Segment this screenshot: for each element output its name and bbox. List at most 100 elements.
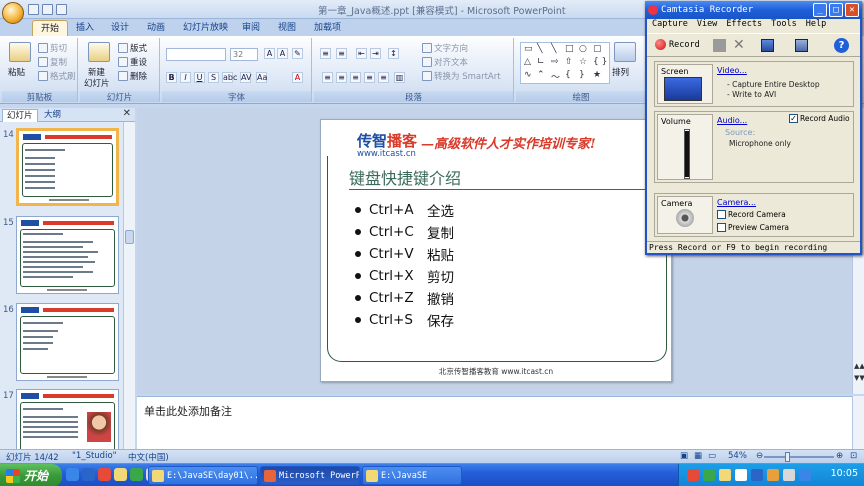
arrange-icon[interactable] [614, 42, 636, 62]
justify-button[interactable]: ≡ [364, 72, 375, 83]
slide-title[interactable]: 键盘快捷键介绍 [349, 165, 461, 189]
preview-camera-checkbox[interactable]: Preview Camera [717, 223, 789, 232]
shape-arrow-up-icon[interactable]: ⇧ [565, 57, 573, 67]
font-size-combo[interactable]: 32 [230, 48, 258, 61]
record-button[interactable]: Record [655, 39, 700, 50]
shape-chevron-icon[interactable]: ⌃ [537, 70, 545, 80]
notes-scrollbar[interactable] [852, 396, 864, 449]
slide-thumbnail[interactable] [16, 128, 119, 206]
current-slide[interactable]: 传智播客 www.itcast.cn —高级软件人才实作培训专家! 键盘快捷键介… [320, 119, 672, 382]
video-settings-link[interactable]: Video... [717, 66, 747, 75]
numbering-button[interactable]: ≡ [336, 48, 347, 59]
align-center-button[interactable]: ≡ [336, 72, 347, 83]
camera-settings-link[interactable]: Camera... [717, 198, 756, 207]
zoom-level[interactable]: 54% [728, 451, 747, 461]
shape-rounded-rect-icon[interactable]: ▢ [593, 44, 602, 54]
delete-recording-icon[interactable]: ✕ [733, 38, 746, 52]
clear-format-button[interactable]: ✎ [292, 48, 303, 59]
bullets-button[interactable]: ≡ [320, 48, 331, 59]
paste-button[interactable]: 粘贴 [8, 66, 25, 78]
slide-thumbnail[interactable] [16, 216, 119, 294]
strikethrough-button[interactable]: S [208, 72, 219, 83]
tab-design[interactable]: 设计 [103, 20, 137, 36]
italic-button[interactable]: I [180, 72, 191, 83]
audio-settings-link[interactable]: Audio... [717, 116, 747, 125]
sorter-view-icon[interactable]: ▦ [694, 451, 702, 461]
shortcut-list[interactable]: Ctrl+A 全选 Ctrl+C 复制 Ctrl+V 粘贴 Ctrl+X 剪切 Ctrl… [355, 199, 454, 331]
menu-help[interactable]: Help [806, 19, 826, 32]
menu-capture[interactable]: Capture [652, 19, 688, 32]
desktop-icon[interactable] [66, 468, 79, 481]
paste-icon[interactable] [9, 42, 31, 62]
tab-home[interactable]: 开始 [32, 20, 69, 36]
zoom-out-icon[interactable]: ⊖ [756, 451, 763, 461]
fit-slide-icon[interactable]: ⊡ [850, 451, 857, 461]
menu-tools[interactable]: Tools [771, 19, 797, 32]
tab-view[interactable]: 视图 [270, 20, 304, 36]
smartart-button[interactable]: 转换为 SmartArt [422, 70, 501, 82]
distribute-button[interactable]: ≡ [378, 72, 389, 83]
app-icon[interactable] [98, 468, 111, 481]
shape-textbox-icon[interactable]: ▭ [524, 44, 533, 54]
text-direction-button[interactable]: 文字方向 [422, 42, 468, 54]
shape-star2-icon[interactable]: ★ [593, 70, 601, 80]
tab-slides-pane[interactable]: 幻灯片 [2, 109, 38, 122]
shape-bracket-icon[interactable]: { } [593, 57, 607, 67]
ie-icon[interactable] [82, 468, 95, 481]
tray-icon[interactable] [751, 469, 763, 481]
folder-icon[interactable] [114, 468, 127, 481]
notes-placeholder[interactable]: 单击此处添加备注 [144, 403, 232, 419]
help-icon[interactable]: ? [834, 38, 849, 53]
line-spacing-button[interactable]: ↕ [388, 48, 399, 59]
shape-arrow-right-icon[interactable]: ⇨ [551, 57, 559, 67]
shape-brace-icon[interactable]: { [565, 70, 571, 80]
layout-button[interactable]: 版式 [118, 42, 147, 54]
stop-icon[interactable] [713, 39, 726, 52]
shape-wave-icon[interactable]: 〜 [551, 70, 560, 83]
clock[interactable]: 10:05 [831, 468, 858, 479]
minimize-icon[interactable]: _ [813, 3, 827, 17]
record-audio-checkbox[interactable]: ✓ Record Audio [789, 114, 850, 123]
notes-pane[interactable]: 单击此处添加备注 [137, 396, 852, 449]
new-slide-icon[interactable] [88, 42, 110, 62]
shape-rect-icon[interactable]: □ [565, 44, 574, 54]
shape-oval-icon[interactable]: ○ [579, 44, 587, 54]
tray-icon[interactable] [767, 469, 779, 481]
new-slide-label[interactable]: 幻灯片 [84, 77, 110, 89]
screen-monitor-icon[interactable] [664, 77, 702, 101]
slide-thumbnail[interactable] [16, 389, 119, 449]
tray-icon[interactable] [687, 469, 699, 481]
menu-effects[interactable]: Effects [726, 19, 762, 32]
tab-review[interactable]: 审阅 [234, 20, 268, 36]
maximize-icon[interactable]: □ [829, 3, 843, 17]
tray-icon[interactable] [719, 469, 731, 481]
redo-icon[interactable] [56, 4, 67, 15]
shape-star-icon[interactable]: ☆ [579, 57, 587, 67]
columns-button[interactable]: ▥ [394, 72, 405, 83]
copy-button[interactable]: 复制 [38, 56, 67, 68]
app2-icon[interactable] [130, 468, 143, 481]
shape-angle-icon[interactable]: ∟ [537, 57, 545, 67]
align-left-button[interactable]: ≡ [322, 72, 333, 83]
normal-view-icon[interactable]: ▣ [680, 451, 688, 461]
change-case-button[interactable]: Aa [256, 72, 267, 83]
save-icon[interactable] [28, 4, 39, 15]
menu-view[interactable]: View [697, 19, 717, 32]
task-powerpoint[interactable]: Microsoft PowerP... [260, 466, 360, 485]
tab-insert[interactable]: 插入 [68, 20, 102, 36]
arrange-button[interactable]: 排列 [612, 66, 629, 78]
screen-region-icon[interactable] [761, 39, 774, 52]
close-icon[interactable]: ✕ [845, 3, 859, 17]
shape-line-icon[interactable]: ╲ [537, 44, 542, 54]
zoom-knob[interactable] [785, 452, 790, 462]
slide-thumbnail[interactable] [16, 303, 119, 381]
char-spacing-button[interactable]: AV [240, 72, 251, 83]
start-button[interactable]: 开始 [0, 464, 62, 486]
tray-icon[interactable] [735, 469, 747, 481]
format-painter-button[interactable]: 格式刷 [38, 70, 76, 82]
tab-animation[interactable]: 动画 [139, 20, 173, 36]
tray-icon[interactable] [799, 469, 811, 481]
shape-line2-icon[interactable]: ╲ [551, 44, 556, 54]
tray-icon[interactable] [703, 469, 715, 481]
tab-addins[interactable]: 加载项 [306, 20, 349, 36]
